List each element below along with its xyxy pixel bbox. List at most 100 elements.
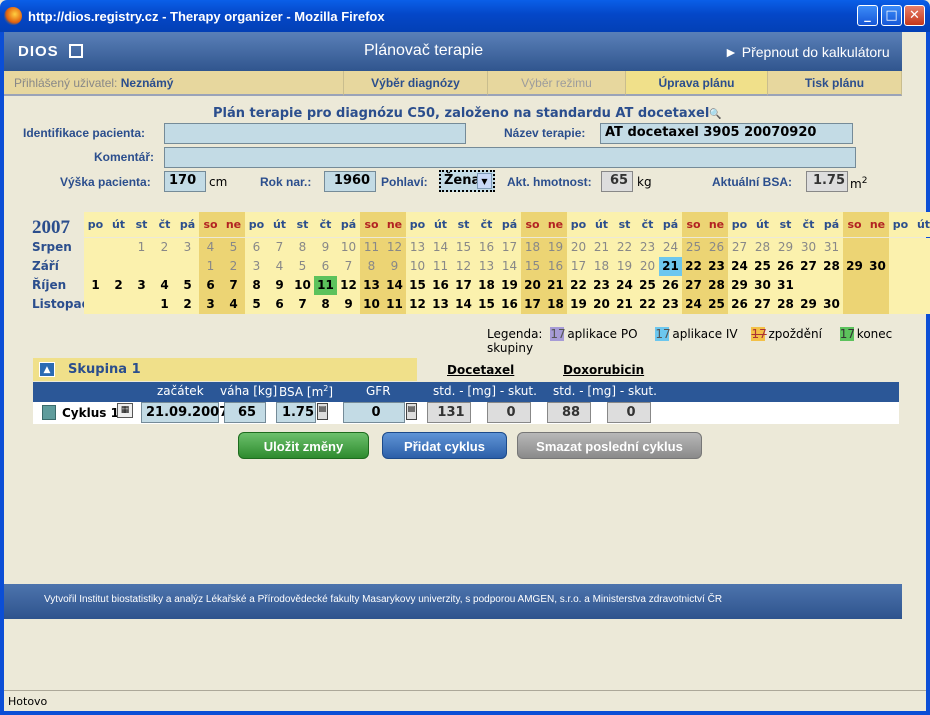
- calendar-day[interactable]: 27: [797, 257, 820, 276]
- calendar-day[interactable]: 25: [636, 276, 659, 295]
- calendar-day[interactable]: 17: [567, 257, 590, 276]
- calendar-day[interactable]: 11: [314, 276, 337, 295]
- calendar-day[interactable]: 30: [866, 257, 889, 276]
- calendar-day[interactable]: 23: [705, 257, 728, 276]
- calendar-day[interactable]: 29: [728, 276, 751, 295]
- close-button[interactable]: ✕: [904, 5, 925, 26]
- calendar-day[interactable]: 30: [820, 295, 843, 314]
- calendar-day[interactable]: 9: [268, 276, 291, 295]
- calendar-day[interactable]: 29: [843, 257, 866, 276]
- calendar-day[interactable]: 12: [452, 257, 475, 276]
- calendar-day[interactable]: 2: [153, 238, 176, 257]
- calendar-day[interactable]: 6: [199, 276, 222, 295]
- calendar-day[interactable]: 29: [774, 238, 797, 257]
- cycle-gfr-input[interactable]: 0: [343, 402, 405, 423]
- calendar-day[interactable]: 31: [774, 276, 797, 295]
- calendar-day[interactable]: 13: [360, 276, 383, 295]
- calendar-day[interactable]: 5: [291, 257, 314, 276]
- tab-plan-edit[interactable]: Úprava plánu: [626, 71, 768, 96]
- collapse-group-button[interactable]: ▲: [39, 362, 55, 377]
- calendar-day[interactable]: 15: [475, 295, 498, 314]
- calendar-day[interactable]: 9: [337, 295, 360, 314]
- calendar-day[interactable]: 14: [452, 295, 475, 314]
- calendar-day[interactable]: 4: [222, 295, 245, 314]
- calendar-day[interactable]: 7: [337, 257, 360, 276]
- calendar-day[interactable]: 10: [406, 257, 429, 276]
- calendar-day[interactable]: 15: [452, 238, 475, 257]
- calendar-day[interactable]: 13: [475, 257, 498, 276]
- calendar-day[interactable]: 16: [475, 238, 498, 257]
- calendar-day[interactable]: 7: [291, 295, 314, 314]
- calendar-day[interactable]: 20: [567, 238, 590, 257]
- calendar-day[interactable]: 29: [797, 295, 820, 314]
- calendar-day[interactable]: 14: [383, 276, 406, 295]
- calendar-day[interactable]: 2: [176, 295, 199, 314]
- calendar-day[interactable]: 10: [291, 276, 314, 295]
- calendar-day[interactable]: 3: [245, 257, 268, 276]
- calendar-day[interactable]: 15: [521, 257, 544, 276]
- minimize-button[interactable]: _: [857, 5, 878, 26]
- calendar-day[interactable]: 18: [475, 276, 498, 295]
- calendar-day[interactable]: 22: [636, 295, 659, 314]
- calendar-day[interactable]: 20: [590, 295, 613, 314]
- calendar-day[interactable]: 27: [728, 238, 751, 257]
- calendar-day[interactable]: 7: [222, 276, 245, 295]
- calendar-day[interactable]: 5: [176, 276, 199, 295]
- calendar-day[interactable]: 8: [245, 276, 268, 295]
- calendar-day[interactable]: 5: [222, 238, 245, 257]
- cycle-weight-input[interactable]: 65: [224, 402, 266, 423]
- birth-year-input[interactable]: 1960: [324, 171, 376, 192]
- cycle-start-input[interactable]: 21.09.2007: [141, 402, 228, 423]
- calendar-day[interactable]: 28: [705, 276, 728, 295]
- calendar-day[interactable]: 16: [544, 257, 567, 276]
- calendar-day[interactable]: 6: [268, 295, 291, 314]
- calendar-day[interactable]: 3: [176, 238, 199, 257]
- calendar-day[interactable]: 12: [406, 295, 429, 314]
- calendar-day[interactable]: 23: [659, 295, 682, 314]
- calendar-day[interactable]: 9: [383, 257, 406, 276]
- calendar-day[interactable]: 10: [337, 238, 360, 257]
- calendar-day[interactable]: 11: [383, 295, 406, 314]
- switch-to-calculator-link[interactable]: ► Přepnout do kalkulátoru: [724, 44, 890, 60]
- calendar-day[interactable]: 16: [429, 276, 452, 295]
- calendar-day[interactable]: 19: [613, 257, 636, 276]
- calendar-day[interactable]: 1: [84, 276, 107, 295]
- calendar-day[interactable]: 16: [498, 295, 521, 314]
- calendar-day[interactable]: 25: [682, 238, 705, 257]
- calendar-day[interactable]: 4: [153, 276, 176, 295]
- chevron-down-icon[interactable]: ▼: [477, 173, 492, 189]
- calendar-day[interactable]: 21: [590, 238, 613, 257]
- tab-diagnosis[interactable]: Výběr diagnózy: [344, 71, 488, 96]
- calendar-day[interactable]: 6: [245, 238, 268, 257]
- calendar-day[interactable]: 9: [314, 238, 337, 257]
- calendar-day[interactable]: 19: [498, 276, 521, 295]
- calendar-day[interactable]: 28: [751, 238, 774, 257]
- calendar-day[interactable]: 24: [728, 257, 751, 276]
- calendar-day[interactable]: 17: [498, 238, 521, 257]
- calendar-day[interactable]: 8: [314, 295, 337, 314]
- calendar-day[interactable]: 22: [613, 238, 636, 257]
- calendar-day[interactable]: 3: [199, 295, 222, 314]
- delete-last-cycle-button[interactable]: Smazat poslední cyklus: [517, 432, 702, 459]
- calendar-day[interactable]: 25: [705, 295, 728, 314]
- calendar-day[interactable]: 12: [337, 276, 360, 295]
- save-changes-button[interactable]: Uložit změny: [238, 432, 369, 459]
- search-icon[interactable]: 🔍: [709, 109, 721, 120]
- gfr-calculator-icon[interactable]: ▤: [406, 403, 417, 420]
- patient-id-input[interactable]: [164, 123, 466, 144]
- calendar-day[interactable]: 26: [705, 238, 728, 257]
- calendar-day[interactable]: 4: [199, 238, 222, 257]
- calendar-day[interactable]: 25: [751, 257, 774, 276]
- calendar-day[interactable]: 2: [222, 257, 245, 276]
- calendar-day[interactable]: 18: [590, 257, 613, 276]
- calendar-day[interactable]: 13: [406, 238, 429, 257]
- calendar-day[interactable]: 11: [360, 238, 383, 257]
- calendar-day[interactable]: 21: [659, 257, 682, 276]
- calendar-day[interactable]: 18: [521, 238, 544, 257]
- calendar-day[interactable]: 21: [544, 276, 567, 295]
- calendar-day[interactable]: 15: [406, 276, 429, 295]
- height-input[interactable]: 170: [164, 171, 206, 192]
- calendar-day[interactable]: 22: [682, 257, 705, 276]
- calendar-day[interactable]: 23: [636, 238, 659, 257]
- calendar-day[interactable]: 21: [613, 295, 636, 314]
